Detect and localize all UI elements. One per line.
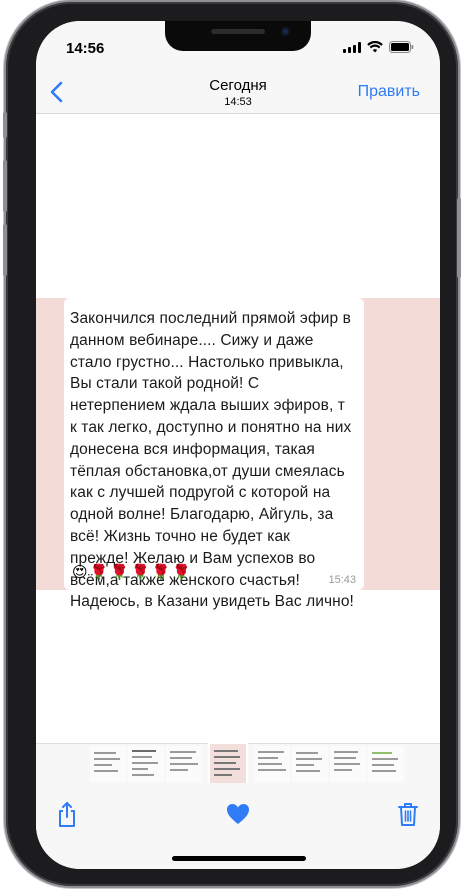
status-icons <box>343 41 414 53</box>
message-line: данном вебинаре.... Сижу и даже <box>70 331 314 349</box>
message-line: донесена вся информация, такая <box>70 440 315 458</box>
message-line: как с лучшей подругой с которой на <box>70 484 331 502</box>
bottom-toolbar <box>36 783 440 869</box>
message-line: всё! Жизнь точно не будет как <box>70 527 291 545</box>
front-camera <box>281 27 290 36</box>
trash-icon <box>398 803 418 826</box>
thumbnail[interactable] <box>292 746 328 782</box>
phone-frame: 14:56 Сегодня 14:53 Править Закончился п… <box>3 2 461 886</box>
wifi-icon <box>367 41 383 53</box>
favorite-button[interactable] <box>223 799 253 829</box>
speaker-grille <box>211 29 265 34</box>
thumbnail[interactable] <box>368 746 404 782</box>
message-line: Надеюсь, в Казани увидеть Вас лично! <box>70 593 354 611</box>
message-line: Закончился последний прямой эфир в <box>70 310 352 327</box>
notch <box>165 21 311 51</box>
thumbnail-strip[interactable] <box>36 742 440 786</box>
heart-icon <box>227 804 249 824</box>
share-icon <box>59 802 75 827</box>
thumbnail[interactable] <box>330 746 366 782</box>
message-line: одной волне! Благодарю, Айгуль, за <box>70 506 334 524</box>
mute-switch <box>3 112 7 138</box>
share-button[interactable] <box>52 799 82 829</box>
status-time: 14:56 <box>66 40 105 57</box>
thumbnail-selected[interactable] <box>208 742 248 786</box>
message-line: нетерпением ждала выших эфиров, т <box>70 397 345 415</box>
screen: 14:56 Сегодня 14:53 Править Закончился п… <box>36 21 440 869</box>
home-indicator[interactable] <box>172 856 306 861</box>
message-timestamp: 15:43 <box>328 574 356 586</box>
cellular-signal-icon <box>343 42 361 53</box>
photo-viewer-image[interactable]: Закончился последний прямой эфир в данно… <box>36 298 440 610</box>
edit-button[interactable]: Править <box>358 83 420 101</box>
thumbnail[interactable] <box>166 746 202 782</box>
thumbnail[interactable] <box>90 746 126 782</box>
thumbnail[interactable] <box>128 746 164 782</box>
message-emoji: 😍🌹🌹🌹🌹🌹 <box>72 564 194 581</box>
message-line: тёплая обстановка,от души смеялась <box>70 462 345 480</box>
battery-icon <box>389 41 414 53</box>
volume-down-button <box>3 224 7 276</box>
power-button <box>457 198 461 278</box>
message-line: стало грустно... Настолько привыкла, <box>70 353 344 371</box>
delete-button[interactable] <box>393 799 423 829</box>
message-line: Вы стали такой родной! С <box>70 375 260 393</box>
thumbnail[interactable] <box>254 746 290 782</box>
volume-up-button <box>3 160 7 212</box>
message-bubble: Закончился последний прямой эфир в данно… <box>64 298 364 610</box>
message-line: к так легко, доступно и понятно на них <box>70 418 352 436</box>
